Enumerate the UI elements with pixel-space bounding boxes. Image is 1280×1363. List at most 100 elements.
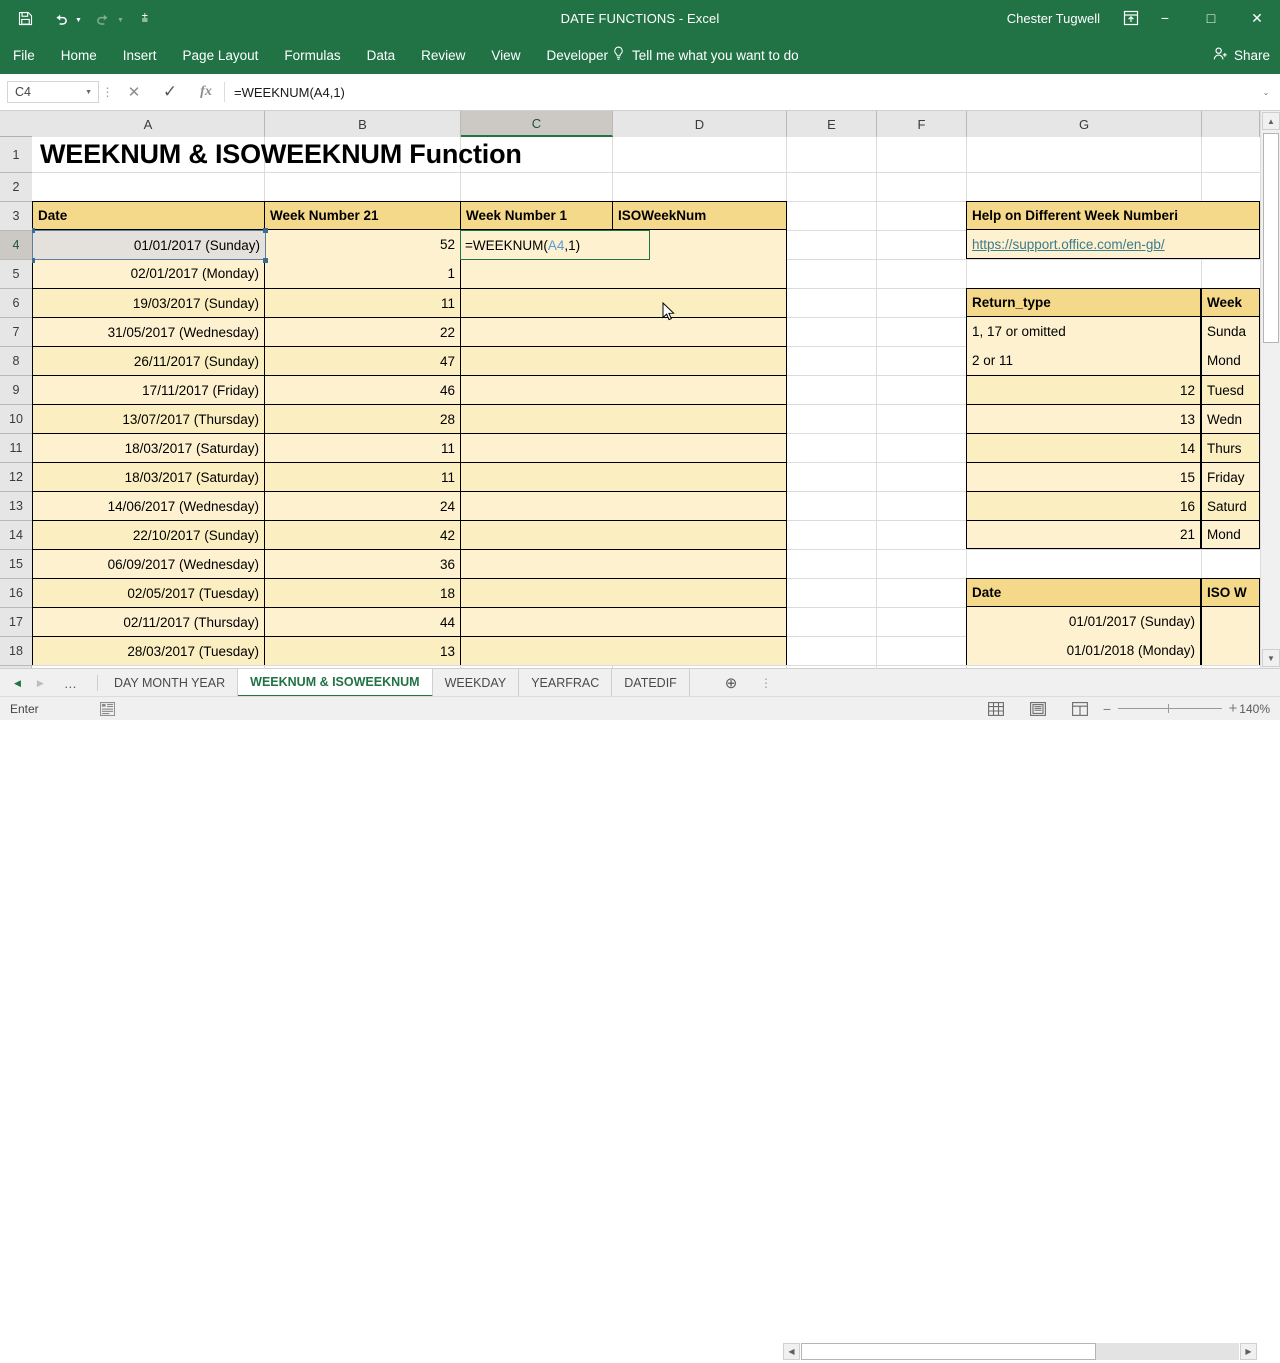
return-day-cell-7[interactable]: Saturd [1201, 491, 1260, 520]
table-cell-b9[interactable]: 46 [264, 375, 461, 404]
table-cell-d10[interactable] [612, 404, 787, 433]
column-header-f[interactable]: F [877, 111, 967, 137]
iso-date-header-cell[interactable]: Date [966, 578, 1201, 607]
formula-input[interactable]: =WEEKNUM(A4,1) [225, 81, 1258, 103]
tab-developer[interactable]: Developer [533, 36, 621, 74]
help-link-cell[interactable]: https://support.office.com/en-gb/ [966, 230, 1260, 259]
table-cell-c17[interactable] [460, 607, 613, 636]
zoom-in-button[interactable]: + [1226, 700, 1240, 717]
sheet-nav-prev-icon[interactable]: ◀ [14, 678, 21, 689]
scroll-up-icon[interactable]: ▲ [1262, 112, 1280, 130]
header-cell-isoweeknum[interactable]: ISOWeekNum [612, 201, 787, 230]
table-cell-d13[interactable] [612, 491, 787, 520]
return-type-cell-2[interactable]: 2 or 11 [966, 346, 1201, 375]
tab-insert[interactable]: Insert [110, 36, 170, 74]
row-header-6[interactable]: 6 [0, 289, 32, 318]
tell-me-box[interactable]: Tell me what you want to do [612, 36, 799, 74]
column-header-g[interactable]: G [967, 111, 1202, 137]
return-day-cell-5[interactable]: Thurs [1201, 433, 1260, 462]
table-cell-d14[interactable] [612, 520, 787, 549]
table-cell-b11[interactable]: 11 [264, 433, 461, 462]
row-header-8[interactable]: 8 [0, 347, 32, 376]
header-cell-week-number-21[interactable]: Week Number 21 [264, 201, 461, 230]
table-cell-a9[interactable]: 17/11/2017 (Friday) [32, 375, 265, 404]
row-header-10[interactable]: 10 [0, 405, 32, 434]
table-cell-c8[interactable] [460, 346, 613, 375]
table-cell-a17[interactable]: 02/11/2017 (Thursday) [32, 607, 265, 636]
table-cell-c14[interactable] [460, 520, 613, 549]
table-cell-a6[interactable]: 19/03/2017 (Sunday) [32, 288, 265, 317]
iso-week-header-cell[interactable]: ISO W [1201, 578, 1260, 607]
iso-week-cell-2[interactable] [1201, 636, 1260, 665]
table-cell-a15[interactable]: 06/09/2017 (Wednesday) [32, 549, 265, 578]
header-cell-date[interactable]: Date [32, 201, 265, 230]
normal-view-icon[interactable] [988, 701, 1004, 717]
tab-home[interactable]: Home [48, 36, 110, 74]
return-type-cell-1[interactable]: 1, 17 or omitted [966, 317, 1201, 346]
name-box[interactable]: C4 ▼ [7, 81, 99, 103]
selection-handle-tr[interactable] [263, 228, 268, 233]
row-header-13[interactable]: 13 [0, 492, 32, 521]
scroll-down-icon[interactable]: ▼ [1262, 649, 1280, 667]
selection-handle-br[interactable] [263, 258, 268, 263]
cell-area[interactable]: WEEKNUM & ISOWEEKNUM Function Date Week … [32, 137, 1260, 668]
table-cell-d15[interactable] [612, 549, 787, 578]
sheet-tab-yearfrac[interactable]: YEARFRAC [519, 669, 613, 697]
sheet-tab-weeknum-isoweeknum[interactable]: WEEKNUM & ISOWEEKNUM [238, 669, 433, 697]
page-break-view-icon[interactable] [1072, 701, 1088, 717]
table-cell-a5[interactable]: 02/01/2017 (Monday) [32, 259, 265, 288]
tab-review[interactable]: Review [408, 36, 478, 74]
table-cell-c6[interactable] [460, 288, 613, 317]
table-cell-c15[interactable] [460, 549, 613, 578]
return-type-cell-4[interactable]: 13 [966, 404, 1201, 433]
help-title-cell[interactable]: Help on Different Week Numberi [966, 201, 1260, 230]
page-layout-view-icon[interactable] [1030, 701, 1046, 717]
active-cell-c4[interactable]: =WEEKNUM(A4,1) [460, 230, 650, 260]
selection-handle-tl[interactable] [32, 228, 35, 233]
return-type-cell-8[interactable]: 21 [966, 520, 1201, 549]
row-header-15[interactable]: 15 [0, 550, 32, 579]
tab-formulas[interactable]: Formulas [271, 36, 353, 74]
sheet-overflow-icon[interactable]: ⋮ [760, 676, 772, 690]
tab-data[interactable]: Data [354, 36, 409, 74]
table-cell-d8[interactable] [612, 346, 787, 375]
vertical-scrollbar[interactable]: ▲ ▼ [1260, 111, 1280, 668]
share-button[interactable]: Share [1213, 36, 1270, 74]
return-type-cell-3[interactable]: 12 [966, 375, 1201, 404]
table-cell-c11[interactable] [460, 433, 613, 462]
table-cell-a11[interactable]: 18/03/2017 (Saturday) [32, 433, 265, 462]
table-cell-d5[interactable] [612, 259, 787, 288]
table-cell-a13[interactable]: 14/06/2017 (Wednesday) [32, 491, 265, 520]
zoom-out-button[interactable]: − [1100, 701, 1114, 717]
table-cell-a16[interactable]: 02/05/2017 (Tuesday) [32, 578, 265, 607]
table-cell-a14[interactable]: 22/10/2017 (Sunday) [32, 520, 265, 549]
return-type-header-cell[interactable]: Return_type [966, 288, 1201, 317]
iso-date-cell-1[interactable]: 01/01/2017 (Sunday) [966, 607, 1201, 636]
table-cell-c5[interactable] [460, 259, 613, 288]
minimize-button[interactable]: − [1142, 0, 1188, 36]
table-cell-b5[interactable]: 1 [264, 259, 461, 288]
sheet-nav-arrows[interactable]: ◀ ▶ … [14, 669, 78, 697]
sheet-tab-datedif[interactable]: DATEDIF [612, 669, 690, 697]
return-day-cell-1[interactable]: Sunda [1201, 317, 1260, 346]
table-cell-a12[interactable]: 18/03/2017 (Saturday) [32, 462, 265, 491]
row-header-4[interactable]: 4 [0, 231, 32, 260]
sheet-tab-day-month-year[interactable]: DAY MONTH YEAR [102, 669, 239, 697]
column-header-b[interactable]: B [265, 111, 461, 137]
table-cell-b10[interactable]: 28 [264, 404, 461, 433]
return-type-cell-7[interactable]: 16 [966, 491, 1201, 520]
column-header-h[interactable] [1202, 111, 1260, 137]
maximize-button[interactable]: □ [1188, 0, 1234, 36]
table-cell-b16[interactable]: 18 [264, 578, 461, 607]
column-header-a[interactable]: A [32, 111, 265, 137]
table-cell-c7[interactable] [460, 317, 613, 346]
table-cell-d17[interactable] [612, 607, 787, 636]
column-header-d[interactable]: D [613, 111, 787, 137]
table-cell-d16[interactable] [612, 578, 787, 607]
return-day-cell-6[interactable]: Friday [1201, 462, 1260, 491]
iso-date-cell-2[interactable]: 01/01/2018 (Monday) [966, 636, 1201, 665]
return-type-cell-6[interactable]: 15 [966, 462, 1201, 491]
table-cell-b12[interactable]: 11 [264, 462, 461, 491]
table-cell-b7[interactable]: 22 [264, 317, 461, 346]
table-cell-d9[interactable] [612, 375, 787, 404]
